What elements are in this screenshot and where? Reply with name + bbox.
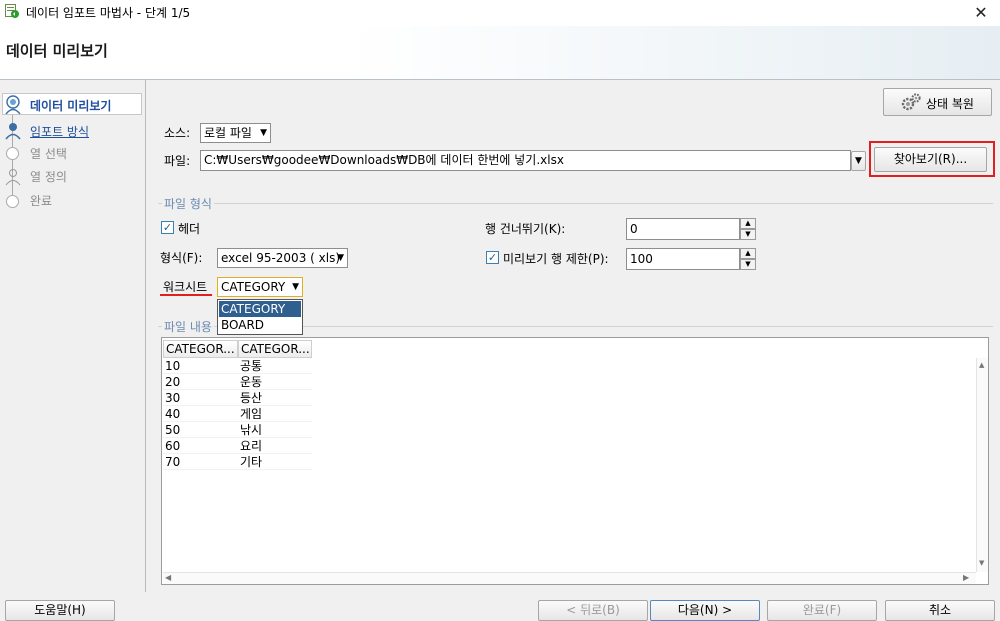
format-group-border <box>158 203 993 204</box>
skip-rows-decrement[interactable]: ▼ <box>740 229 756 240</box>
table-cell[interactable]: 게임 <box>238 406 312 422</box>
table-cell[interactable]: 20 <box>163 374 238 390</box>
app-icon <box>5 4 19 18</box>
preview-limit-increment[interactable]: ▲ <box>740 248 756 259</box>
gears-icon <box>901 93 921 111</box>
step-person-icon <box>5 123 21 140</box>
worksheet-select-value: CATEGORY <box>221 280 286 294</box>
source-select-value: 로컬 파일 <box>204 126 252 140</box>
step-node-circle-icon <box>6 195 19 208</box>
wizard-header: 데이터 미리보기 <box>0 26 1000 80</box>
table-cell[interactable]: 공통 <box>238 358 312 374</box>
skip-rows-increment[interactable]: ▲ <box>740 218 756 229</box>
source-label: 소스: <box>164 126 191 140</box>
cancel-button[interactable]: 취소 <box>885 600 995 621</box>
content-group-title: 파일 내용 <box>162 318 214 335</box>
file-path-input[interactable]: C:₩Users₩goodee₩Downloads₩DB에 데이터 한번에 넣기… <box>200 150 851 171</box>
table-cell[interactable]: 등산 <box>238 390 312 406</box>
step-label-finish: 완료 <box>30 194 53 208</box>
worksheet-label: 워크시트 <box>163 280 208 294</box>
file-content-table[interactable]: CATEGOR... CATEGOR... 10 공통 20 운동 30 등산 40 게임 50… <box>161 337 989 585</box>
file-history-dropdown[interactable]: ▼ <box>851 151 866 171</box>
format-label: 형식(F): <box>160 251 203 265</box>
restore-state-button[interactable]: 상태 복원 <box>883 88 992 116</box>
preview-limit-checkbox[interactable]: ✓ <box>486 251 499 264</box>
table-cell[interactable]: 10 <box>163 358 238 374</box>
table-cell[interactable]: 기타 <box>238 454 312 470</box>
chevron-down-icon: ▼ <box>855 156 862 166</box>
chevron-down-icon: ▼ <box>292 282 299 292</box>
horizontal-scrollbar[interactable]: ◀ ▶ <box>163 572 976 584</box>
file-label: 파일: <box>164 154 191 168</box>
preview-limit-input[interactable]: 100 <box>626 248 740 270</box>
back-button[interactable]: < 뒤로(B) <box>538 600 648 621</box>
table-cell[interactable]: 운동 <box>238 374 312 390</box>
table-cell[interactable]: 40 <box>163 406 238 422</box>
finish-button[interactable]: 완료(F) <box>767 600 877 621</box>
next-button[interactable]: 다음(N) > <box>650 600 760 621</box>
worksheet-dropdown-list: CATEGORY BOARD <box>217 299 303 335</box>
table-cell[interactable]: 요리 <box>238 438 312 454</box>
table-cell[interactable]: 낚시 <box>238 422 312 438</box>
chevron-down-icon: ▼ <box>260 128 267 138</box>
worksheet-option-category[interactable]: CATEGORY <box>219 301 301 317</box>
table-cell[interactable]: 60 <box>163 438 238 454</box>
title-bar: 데이터 임포트 마법사 - 단계 1/5 ✕ <box>0 0 1000 26</box>
table-cell[interactable]: 70 <box>163 454 238 470</box>
window-title: 데이터 임포트 마법사 - 단계 1/5 <box>26 6 191 20</box>
worksheet-option-board[interactable]: BOARD <box>219 317 301 333</box>
skip-rows-label: 행 건너뛰기(K): <box>485 222 566 236</box>
worksheet-select[interactable]: CATEGORY ▼ <box>217 277 303 297</box>
scroll-left-arrow-icon[interactable]: ◀ <box>165 573 171 582</box>
source-select[interactable]: 로컬 파일 ▼ <box>200 123 271 143</box>
header-checkbox-label: 헤더 <box>178 222 201 236</box>
skip-rows-input[interactable]: 0 <box>626 218 740 240</box>
preview-limit-decrement[interactable]: ▼ <box>740 259 756 270</box>
scroll-down-arrow-icon[interactable]: ▼ <box>979 559 984 567</box>
step-link-import-method[interactable]: 임포트 방식 <box>30 123 89 140</box>
vertical-scrollbar[interactable]: ▲ ▼ <box>976 358 988 572</box>
browse-button[interactable]: 찾아보기(R)... <box>874 147 987 172</box>
help-button[interactable]: 도움말(H) <box>5 600 115 621</box>
worksheet-annotation-underline <box>160 294 212 296</box>
table-cell[interactable]: 50 <box>163 422 238 438</box>
scroll-right-arrow-icon[interactable]: ▶ <box>963 573 969 582</box>
format-select[interactable]: excel 95-2003 ( xls) ▼ <box>217 248 348 268</box>
preview-limit-label: 미리보기 행 제한(P): <box>503 252 609 266</box>
table-cell[interactable]: 30 <box>163 390 238 406</box>
step-label-column-select: 열 선택 <box>30 147 67 161</box>
close-button[interactable]: ✕ <box>962 0 1000 26</box>
step-person-outline-icon <box>5 169 21 186</box>
header-checkbox[interactable]: ✓ <box>161 221 174 234</box>
chevron-down-icon: ▼ <box>337 253 344 263</box>
page-title: 데이터 미리보기 <box>6 42 108 60</box>
step-label-column-define: 열 정의 <box>30 170 67 184</box>
format-select-value: excel 95-2003 ( xls) <box>221 251 341 265</box>
step-label-data-preview: 데이터 미리보기 <box>30 99 112 113</box>
step-node-circle-icon <box>6 147 19 160</box>
column-header[interactable]: CATEGOR... <box>163 340 238 358</box>
scroll-up-arrow-icon[interactable]: ▲ <box>979 361 984 369</box>
restore-state-label: 상태 복원 <box>926 97 974 111</box>
column-header[interactable]: CATEGOR... <box>238 340 312 358</box>
format-group-title: 파일 형식 <box>162 195 214 212</box>
wizard-steps-nav: 데이터 미리보기 임포트 방식 열 선택 열 정의 완료 <box>0 80 146 592</box>
step-active-person-icon <box>5 95 21 115</box>
